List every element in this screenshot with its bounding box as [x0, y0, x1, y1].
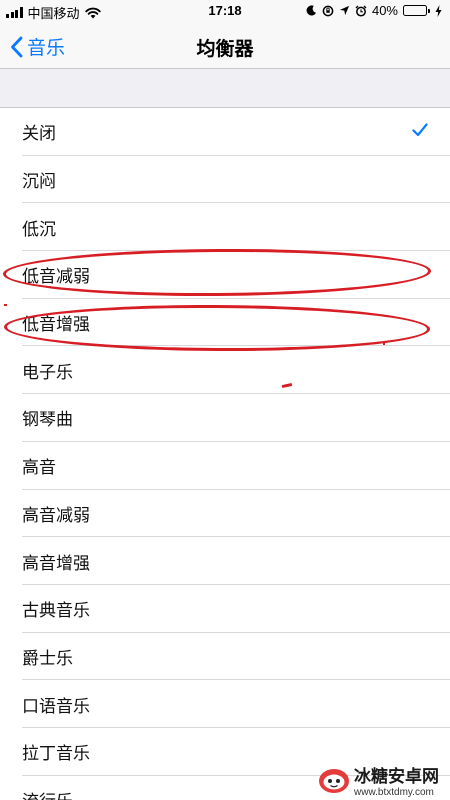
list-item-label: 口语音乐 [22, 696, 90, 716]
list-item-label: 低沉 [22, 219, 56, 239]
list-item[interactable]: 高音增强 [0, 537, 450, 585]
page-title: 均衡器 [196, 39, 254, 60]
list-item[interactable]: 低音增强 [0, 299, 450, 347]
watermark: 冰糖安卓网 www.btxtdmy.com [318, 762, 439, 798]
battery-icon [403, 5, 430, 16]
watermark-url: www.btxtdmy.com [354, 787, 434, 798]
list-item-label: 电子乐 [22, 362, 73, 382]
nav-bar: 音乐 均衡器 [0, 22, 450, 69]
rotation-lock-icon [322, 5, 334, 16]
watermark-logo-icon [319, 769, 349, 793]
list-item-label: 爵士乐 [22, 648, 73, 668]
list-item-label: 关闭 [22, 124, 56, 144]
list-item-label: 流行乐 [22, 787, 73, 800]
list-item[interactable]: 低沉 [0, 203, 450, 251]
list-item[interactable]: 高音 [0, 442, 450, 490]
list-item[interactable]: 低音减弱 [0, 251, 450, 299]
list-item-label: 拉丁音乐 [22, 744, 90, 764]
list-item-label: 钢琴曲 [22, 410, 73, 430]
list-item-off[interactable]: 关闭 [0, 108, 450, 156]
alarm-icon [355, 5, 367, 17]
checkmark-icon [412, 123, 428, 137]
moon-icon [306, 5, 317, 16]
equalizer-list: 关闭 沉闷 低沉 低音减弱 低音增强 电子乐 钢琴曲 高音 高音减弱 高音增强 … [0, 107, 450, 800]
list-item[interactable]: 钢琴曲 [0, 394, 450, 442]
status-bar: 中国移动 17:18 40% [0, 0, 450, 22]
list-item-label: 高音 [22, 458, 56, 478]
list-item[interactable]: 沉闷 [0, 156, 450, 204]
watermark-name: 冰糖安卓网 [354, 767, 439, 786]
list-item-label: 高音增强 [22, 553, 90, 573]
list-item-label: 高音减弱 [22, 505, 90, 525]
charging-icon [435, 4, 442, 17]
list-item[interactable]: 口语音乐 [0, 680, 450, 728]
list-item[interactable]: 古典音乐 [0, 585, 450, 633]
battery-percent: 40% [371, 3, 398, 18]
list-item[interactable]: 电子乐 [0, 346, 450, 394]
list-item-label: 低音增强 [22, 315, 90, 335]
list-item-label: 古典音乐 [22, 601, 90, 621]
list-item-label: 低音减弱 [22, 267, 90, 287]
list-item[interactable]: 爵士乐 [0, 633, 450, 681]
status-right: 40% [306, 3, 442, 18]
list-item[interactable]: 高音减弱 [0, 490, 450, 538]
location-icon [339, 5, 350, 16]
list-item-label: 沉闷 [22, 172, 56, 192]
